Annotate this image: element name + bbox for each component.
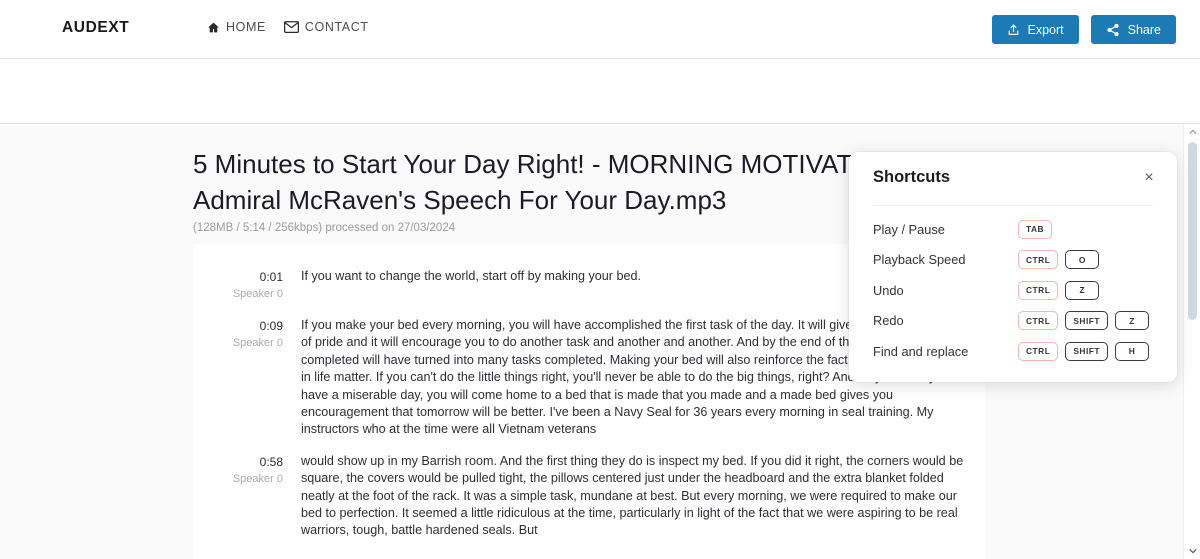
home-icon — [207, 21, 220, 34]
transcript-segment[interactable]: 0:58Speaker 0would show up in my Barrish… — [193, 447, 985, 548]
shortcut-row: Play / PauseTAB — [849, 214, 1177, 245]
segment-meta: 0:01Speaker 0 — [193, 268, 301, 303]
shortcut-key: CTRL — [1018, 250, 1058, 269]
audext-transcript-editor: AUDEXT HOME CONTACT — [0, 0, 1200, 559]
nav-item-home[interactable]: HOME — [207, 20, 266, 34]
segment-speaker[interactable]: Speaker 0 — [193, 286, 283, 303]
app-header: AUDEXT HOME CONTACT — [0, 0, 1200, 59]
playback-toolbar: Replace x1.00 Playback Rate — [0, 59, 1200, 124]
export-label: Export — [1028, 23, 1064, 37]
segment-speaker[interactable]: Speaker 0 — [193, 471, 283, 488]
panel-divider — [873, 205, 1153, 206]
shortcut-key: CTRL — [1018, 342, 1058, 361]
share-label: Share — [1128, 23, 1161, 37]
shortcut-row: Playback SpeedCTRL O — [849, 245, 1177, 276]
shortcut-keys: CTRL SHIFT Z — [1018, 311, 1149, 330]
shortcut-keys: TAB — [1018, 220, 1052, 239]
shortcut-keys: CTRL O — [1018, 250, 1099, 269]
file-metadata: (128MB / 5:14 / 256kbps) processed on 27… — [193, 222, 455, 234]
header-actions: Export Share — [992, 15, 1177, 44]
segment-timestamp[interactable]: 0:01 — [193, 268, 283, 286]
content-scrollbar[interactable] — [1183, 124, 1200, 559]
shortcut-keys: CTRL Z — [1018, 281, 1099, 300]
shortcut-action-label: Find and replace — [873, 344, 1018, 359]
shortcut-action-label: Playback Speed — [873, 252, 1018, 267]
scroll-up-icon[interactable] — [1184, 124, 1200, 140]
segment-speaker[interactable]: Speaker 0 — [193, 335, 283, 352]
nav-item-contact[interactable]: CONTACT — [284, 20, 369, 34]
shortcut-key: SHIFT — [1065, 311, 1108, 330]
shortcut-action-label: Undo — [873, 283, 1018, 298]
segment-timestamp[interactable]: 0:09 — [193, 317, 283, 335]
shortcut-action-label: Play / Pause — [873, 222, 1018, 237]
shortcut-keys: CTRL SHIFT H — [1018, 342, 1149, 361]
main-nav: HOME CONTACT — [207, 20, 369, 34]
scrollbar-thumb[interactable] — [1188, 142, 1197, 320]
segment-text[interactable]: would show up in my Barrish room. And th… — [301, 453, 985, 540]
shortcut-row: Find and replaceCTRL SHIFT H — [849, 336, 1177, 367]
share-icon — [1106, 23, 1120, 37]
shortcut-key: H — [1115, 342, 1149, 361]
shortcut-key: Z — [1115, 311, 1149, 330]
scroll-down-icon[interactable] — [1184, 543, 1200, 559]
shortcut-key: Z — [1065, 281, 1099, 300]
upload-icon — [1007, 23, 1020, 37]
mail-icon — [284, 21, 299, 33]
close-icon[interactable]: × — [1139, 168, 1159, 188]
shortcuts-panel-title: Shortcuts — [873, 168, 950, 187]
shortcut-row: RedoCTRL SHIFT Z — [849, 306, 1177, 337]
segment-timestamp[interactable]: 0:58 — [193, 453, 283, 471]
brand-logo[interactable]: AUDEXT — [62, 19, 129, 37]
share-button[interactable]: Share — [1091, 15, 1176, 44]
shortcut-key: TAB — [1018, 220, 1052, 239]
shortcuts-panel: Shortcuts × Play / PauseTABPlayback Spee… — [849, 152, 1177, 382]
segment-meta: 0:58Speaker 0 — [193, 453, 301, 540]
shortcut-row: UndoCTRL Z — [849, 275, 1177, 306]
shortcut-key: CTRL — [1018, 281, 1058, 300]
shortcuts-rows: Play / PauseTABPlayback SpeedCTRLOUndoCT… — [849, 214, 1177, 367]
shortcut-key: SHIFT — [1065, 342, 1108, 361]
shortcut-action-label: Redo — [873, 313, 1018, 328]
shortcut-key: O — [1065, 250, 1099, 269]
shortcut-key: CTRL — [1018, 311, 1058, 330]
segment-meta: 0:09Speaker 0 — [193, 317, 301, 439]
nav-label-contact: CONTACT — [305, 20, 369, 34]
shortcuts-panel-header: Shortcuts × — [849, 152, 1177, 204]
nav-label-home: HOME — [226, 20, 266, 34]
export-button[interactable]: Export — [992, 15, 1079, 44]
